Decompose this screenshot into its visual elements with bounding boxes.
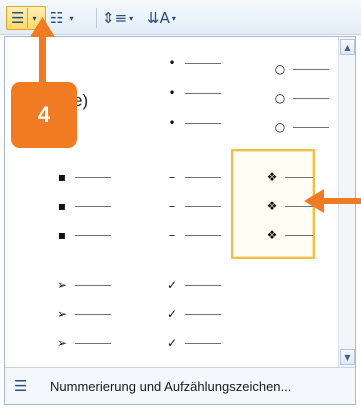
dash-bullet-icon: – (169, 170, 175, 184)
bullet-style-dash[interactable]: – – – (155, 163, 233, 257)
chevron-down-icon[interactable]: ▾ (69, 14, 73, 23)
step-number-badge: 4 (11, 82, 77, 148)
bullet-list-icon: ☰ (14, 377, 28, 395)
step-number: 4 (37, 102, 51, 127)
diamond-bullet-icon: ❖ (266, 199, 278, 213)
text-line (75, 234, 111, 236)
scroll-up-button[interactable]: ▲ (340, 39, 355, 55)
define-bullets-menu-item[interactable]: ☰ Nummerierung und Aufzählungszeichen... (5, 367, 355, 404)
square-bullet-icon: ▪ (57, 228, 67, 242)
bullet-list-icon[interactable]: ☰ (11, 9, 24, 27)
text-line (293, 68, 329, 70)
square-bullet-icon: ▪ (57, 199, 67, 213)
bullet-style-checkmark[interactable]: ✓ ✓ ✓ (155, 271, 233, 365)
define-bullets-label: Nummerierung und Aufzählungszeichen... (50, 378, 292, 394)
text-line (293, 126, 329, 128)
diamond-bullet-icon: ❖ (266, 170, 278, 184)
text-line (75, 313, 111, 315)
circle-bullet-icon: ○ (274, 91, 286, 105)
line-spacing-button[interactable]: ⇕≡ ▾ (102, 6, 146, 30)
checkmark-bullet-icon: ✓ (166, 336, 178, 350)
circle-bullet-icon: ○ (274, 62, 286, 76)
text-line (185, 313, 221, 315)
chevron-up-icon: ▲ (344, 42, 351, 52)
annotation-arrow-up-icon (30, 17, 55, 90)
checkmark-bullet-icon: ✓ (166, 307, 178, 321)
text-line (185, 205, 221, 207)
text-line (75, 205, 111, 207)
text-line (185, 92, 221, 94)
disc-bullet-icon: • (168, 56, 176, 70)
line-spacing-icon[interactable]: ⇕≡ (102, 9, 127, 27)
checkmark-bullet-icon: ✓ (166, 278, 178, 292)
bullet-style-square[interactable]: ▪ ▪ ▪ (45, 163, 123, 257)
disc-bullet-icon: • (168, 116, 176, 130)
chevron-down-icon[interactable]: ▾ (129, 14, 133, 23)
text-line (185, 234, 221, 236)
text-line (285, 234, 313, 236)
diamond-bullet-icon: ❖ (266, 228, 278, 242)
annotation-arrow-left-icon (304, 189, 361, 213)
text-line (75, 284, 111, 286)
text-line (185, 342, 221, 344)
arrowhead-bullet-icon: ➢ (56, 336, 68, 350)
square-bullet-icon: ▪ (57, 170, 67, 184)
chevron-down-icon[interactable]: ▾ (172, 14, 176, 23)
text-line (185, 284, 221, 286)
circle-bullet-icon: ○ (274, 120, 286, 134)
bullet-style-circle[interactable]: ○ ○ ○ (263, 43, 341, 137)
arrowhead-bullet-icon: ➢ (56, 278, 68, 292)
dash-bullet-icon: – (169, 199, 175, 213)
text-line (75, 176, 111, 178)
toolbar-separator (96, 8, 97, 28)
sort-button[interactable]: ⇊A ▾ (147, 6, 187, 30)
text-line (75, 342, 111, 344)
bullet-style-disc[interactable]: • • • (155, 43, 233, 137)
text-line (185, 176, 221, 178)
arrowhead-bullet-icon: ➢ (56, 307, 68, 321)
text-line (185, 122, 221, 124)
disc-bullet-icon: • (168, 86, 176, 100)
scroll-down-button[interactable]: ▼ (340, 349, 355, 365)
bullet-style-arrowhead[interactable]: ➢ ➢ ➢ (45, 271, 123, 365)
sort-icon[interactable]: ⇊A (147, 9, 170, 27)
chevron-down-icon: ▼ (344, 352, 351, 362)
text-line (293, 97, 329, 99)
text-line (285, 176, 313, 178)
text-line (185, 62, 221, 64)
dash-bullet-icon: – (169, 228, 175, 242)
